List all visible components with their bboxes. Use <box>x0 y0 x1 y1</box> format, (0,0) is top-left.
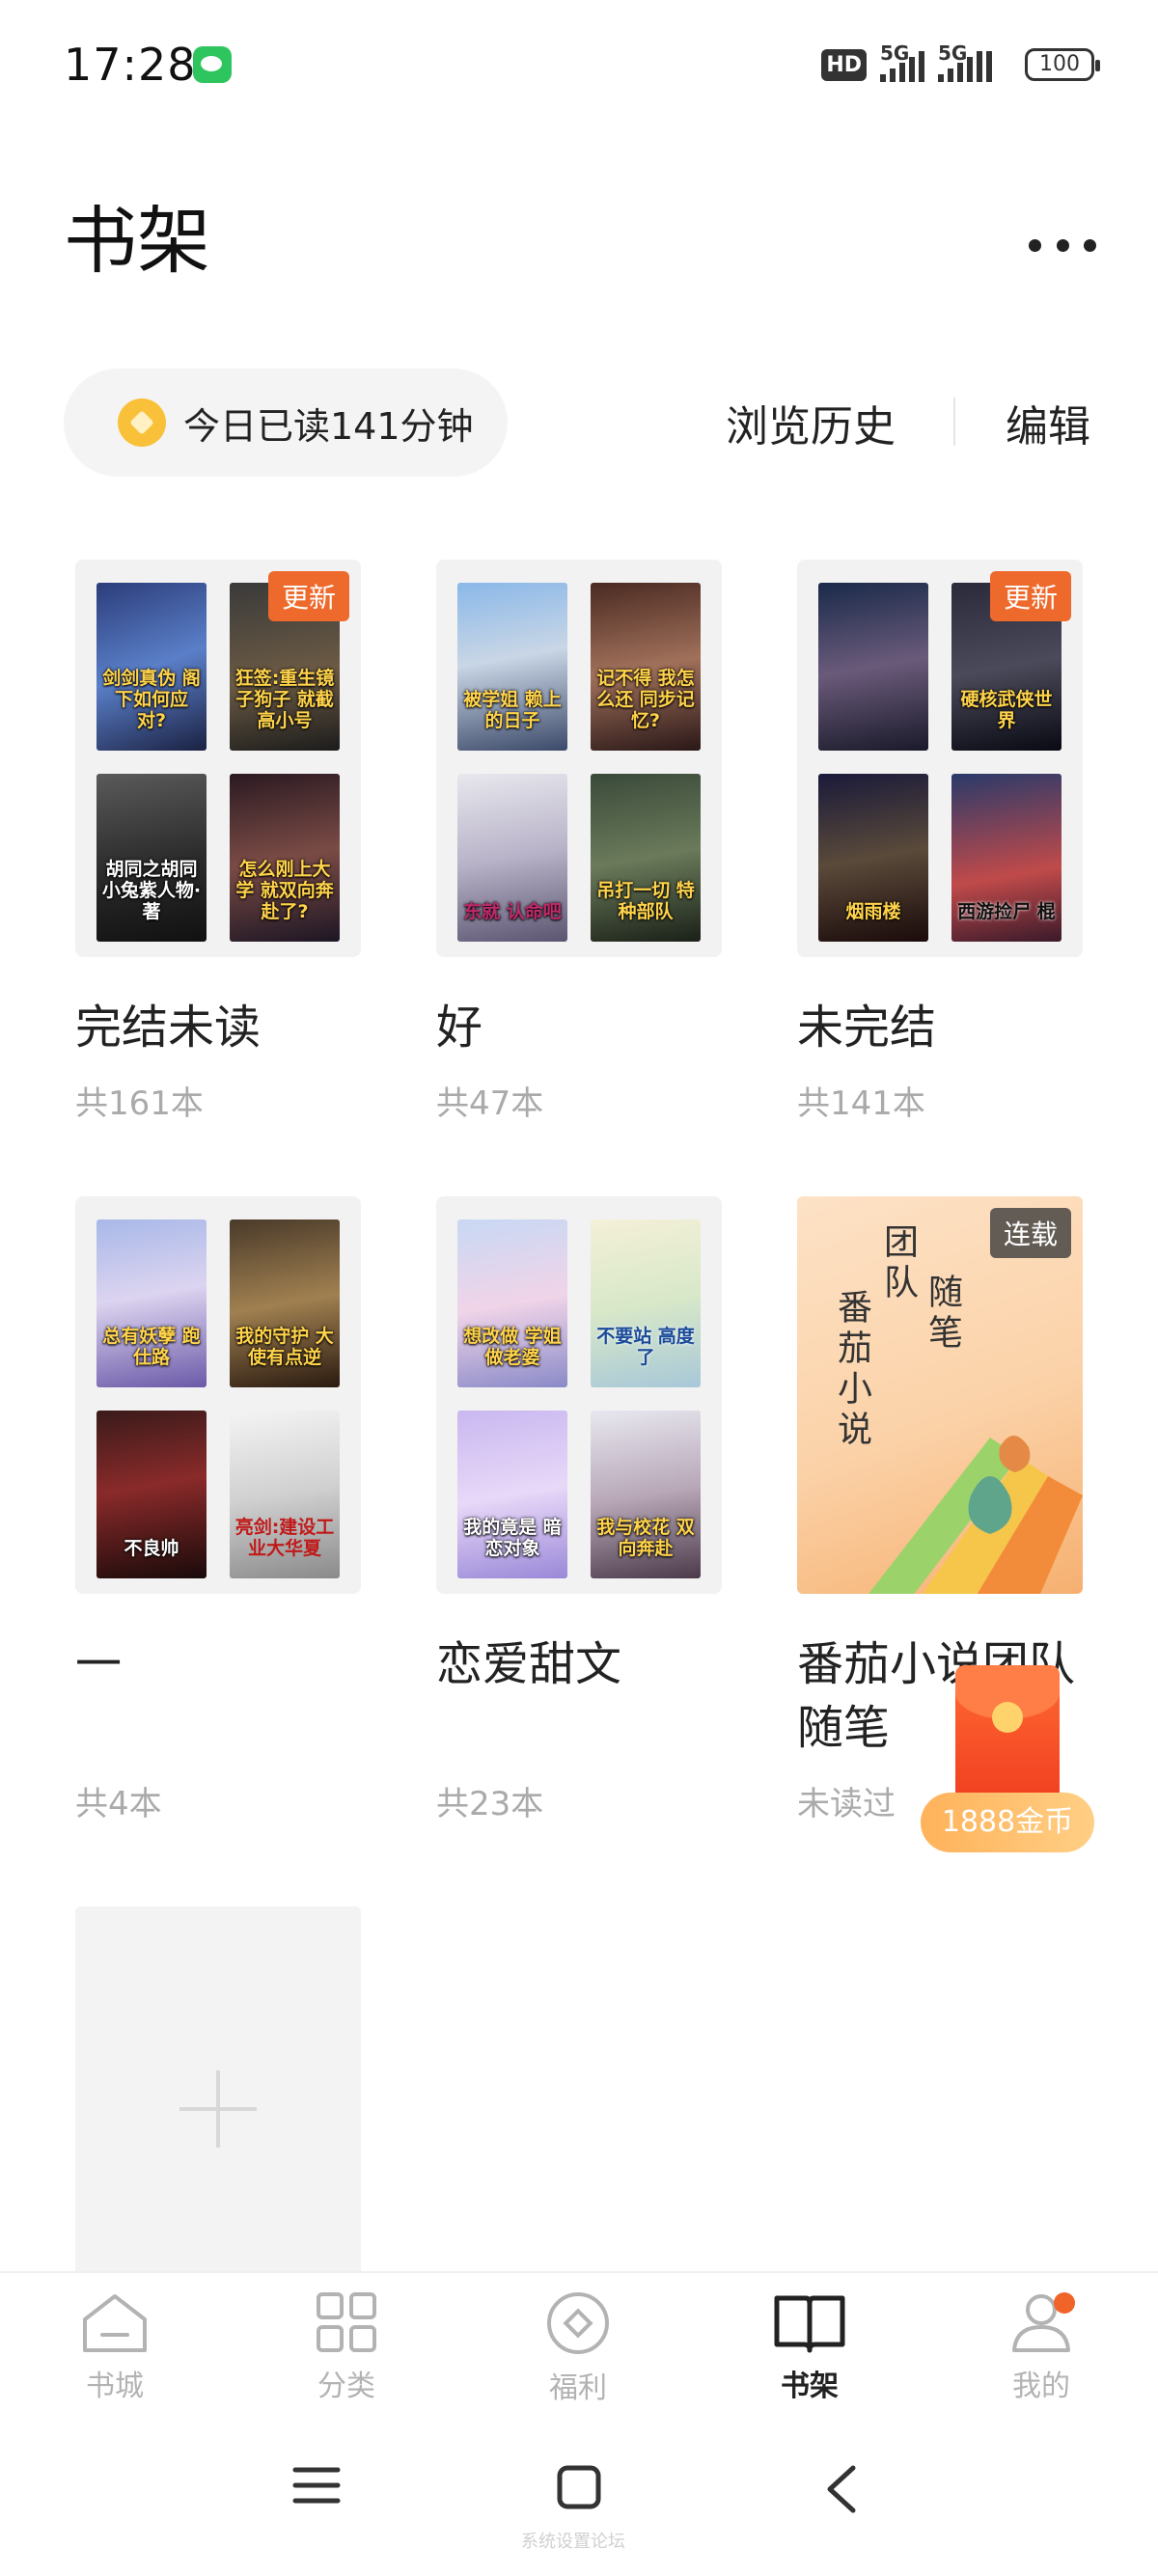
book-cover: 胡同之胡同 小兔紫人物·著 <box>96 774 207 942</box>
shelf-folder[interactable]: 剑剑真伪 阁下如何应对? 狂签:重生镜子狗子 就截高小号 胡同之胡同 小兔紫人物… <box>75 560 361 1124</box>
book-cover: 总有妖孽 跑仕路 <box>96 1219 207 1387</box>
folder-cover-grid[interactable]: 被学姐 赖上的日子 记不得 我怎么还 同步记忆? 东就 认命吧 吊打一切 特种部… <box>436 560 722 957</box>
folder-cover-grid[interactable]: 剑剑真伪 阁下如何应对? 狂签:重生镜子狗子 就截高小号 胡同之胡同 小兔紫人物… <box>75 560 361 957</box>
shelf-folder[interactable]: 想改做 学姐做老婆 不要站 高度了 我的竟是 暗恋对象 我与校花 双向奔赴 恋爱… <box>436 1196 722 1824</box>
nav-label: 福利 <box>549 2371 607 2405</box>
dot-icon <box>1029 238 1041 252</box>
folder-name: 未完结 <box>797 1000 937 1055</box>
folder-cover-grid[interactable]: 硬核武侠世界 烟雨楼 西游捡尸 棍 更新 <box>797 560 1083 957</box>
book-cover: 想改做 学姐做老婆 <box>457 1219 567 1387</box>
status-indicators: HD 5G 5G 100 <box>821 41 1100 87</box>
nav-tab-profile[interactable]: 我的 <box>969 2290 1114 2404</box>
cover-illustration <box>868 1436 1083 1594</box>
update-badge: 更新 <box>989 571 1071 621</box>
nav-label: 分类 <box>317 2370 375 2403</box>
bottom-nav: 书城 分类 福利 书架 我的 <box>0 2271 1158 2416</box>
edit-button[interactable]: 编辑 <box>1006 392 1090 453</box>
hd-voice-icon: HD <box>821 48 867 81</box>
plus-icon-stroke <box>216 2070 220 2148</box>
shelf-folder[interactable]: 被学姐 赖上的日子 记不得 我怎么还 同步记忆? 东就 认命吧 吊打一切 特种部… <box>436 560 722 1124</box>
folder-cover-grid[interactable]: 想改做 学姐做老婆 不要站 高度了 我的竟是 暗恋对象 我与校花 双向奔赴 <box>436 1196 722 1594</box>
book-cover: 被学姐 赖上的日子 <box>457 583 567 751</box>
serializing-badge: 连载 <box>989 1208 1071 1258</box>
nav-tab-category[interactable]: 分类 <box>274 2290 419 2404</box>
add-book-button[interactable] <box>75 1906 361 2273</box>
signal-icon: 5G <box>880 41 924 82</box>
status-time: 17:28 <box>64 39 197 91</box>
reading-time-text: 今日已读141分钟 <box>183 404 474 448</box>
more-options-button[interactable] <box>1029 226 1096 264</box>
home-button-icon[interactable] <box>556 2464 602 2510</box>
nav-tab-bookstore[interactable]: 书城 <box>42 2290 187 2404</box>
category-grid-icon <box>317 2292 376 2352</box>
folder-count: 共4本 <box>75 1785 162 1823</box>
nav-tab-welfare[interactable]: 福利 <box>506 2290 650 2406</box>
red-envelope-icon <box>955 1665 1060 1810</box>
page-title: 书架 <box>64 198 210 284</box>
home-icon <box>83 2294 147 2352</box>
book-cover <box>818 583 928 751</box>
back-icon[interactable] <box>822 2464 861 2514</box>
folder-name: 一 <box>75 1637 123 1691</box>
folder-count: 共141本 <box>797 1084 925 1123</box>
wechat-notification-icon <box>193 46 232 83</box>
book-cover: 吊打一切 特种部队 <box>591 774 701 942</box>
watermark: 系统设置论坛 <box>521 2532 625 2552</box>
notification-dot <box>1054 2292 1075 2314</box>
shelf-folder[interactable]: 总有妖孽 跑仕路 我的守护 大使有点逆 不良帅 亮剑:建设工业大华夏 一 共4本 <box>75 1196 361 1824</box>
signal-icon: 5G <box>938 41 1011 82</box>
folder-name: 恋爱甜文 <box>436 1637 622 1691</box>
shelf-folder[interactable]: 硬核武侠世界 烟雨楼 西游捡尸 棍 更新 未完结 共141本 <box>797 560 1083 1124</box>
battery-icon: 100 <box>1025 48 1100 81</box>
book-cover: 东就 认命吧 <box>457 774 567 942</box>
book-cover: 我的竟是 暗恋对象 <box>457 1411 567 1578</box>
folder-count: 共47本 <box>436 1084 544 1123</box>
reward-coins-label: 1888金币 <box>921 1793 1094 1852</box>
status-bar: 17:28 HD 5G 5G 100 <box>0 0 1158 125</box>
book-cover: 记不得 我怎么还 同步记忆? <box>591 583 701 751</box>
browse-history-button[interactable]: 浏览历史 <box>726 392 896 453</box>
cover-text: 随笔 <box>923 1274 962 1355</box>
book-cover: 不良帅 <box>96 1411 207 1578</box>
update-badge: 更新 <box>267 571 349 621</box>
folder-name: 完结未读 <box>75 1000 262 1055</box>
coin-icon <box>118 398 166 447</box>
folder-count: 共23本 <box>436 1785 544 1823</box>
book-cover: 剑剑真伪 阁下如何应对? <box>96 583 207 751</box>
nav-tab-bookshelf[interactable]: 书架 <box>737 2290 882 2404</box>
welfare-icon <box>547 2292 609 2354</box>
book-cover[interactable]: 团队 随笔 番茄小说 连载 <box>797 1196 1083 1594</box>
book-cover: 不要站 高度了 <box>591 1219 701 1387</box>
reading-time-pill[interactable]: 今日已读141分钟 <box>64 369 508 477</box>
nav-label: 我的 <box>1012 2370 1070 2403</box>
book-cover: 亮剑:建设工业大华夏 <box>230 1411 340 1578</box>
red-packet-reward[interactable]: 1888金币 <box>921 1665 1094 1858</box>
nav-label: 书架 <box>781 2370 839 2403</box>
book-cover: 西游捡尸 棍 <box>951 774 1062 942</box>
folder-name: 好 <box>436 1000 483 1055</box>
dot-icon <box>1084 238 1096 252</box>
menu-icon[interactable] <box>291 2464 342 2507</box>
bookshelf-icon <box>774 2295 845 2353</box>
book-cover: 我的守护 大使有点逆 <box>230 1219 340 1387</box>
folder-count: 共161本 <box>75 1084 204 1123</box>
cover-text: 团队 <box>878 1223 918 1304</box>
book-cover: 烟雨楼 <box>818 774 928 942</box>
dot-icon <box>1056 238 1069 252</box>
nav-label: 书城 <box>86 2370 144 2403</box>
folder-cover-grid[interactable]: 总有妖孽 跑仕路 我的守护 大使有点逆 不良帅 亮剑:建设工业大华夏 <box>75 1196 361 1594</box>
header-divider <box>953 397 955 446</box>
book-cover: 怎么刚上大学 就双向奔赴了? <box>230 774 340 942</box>
book-cover: 我与校花 双向奔赴 <box>591 1411 701 1578</box>
